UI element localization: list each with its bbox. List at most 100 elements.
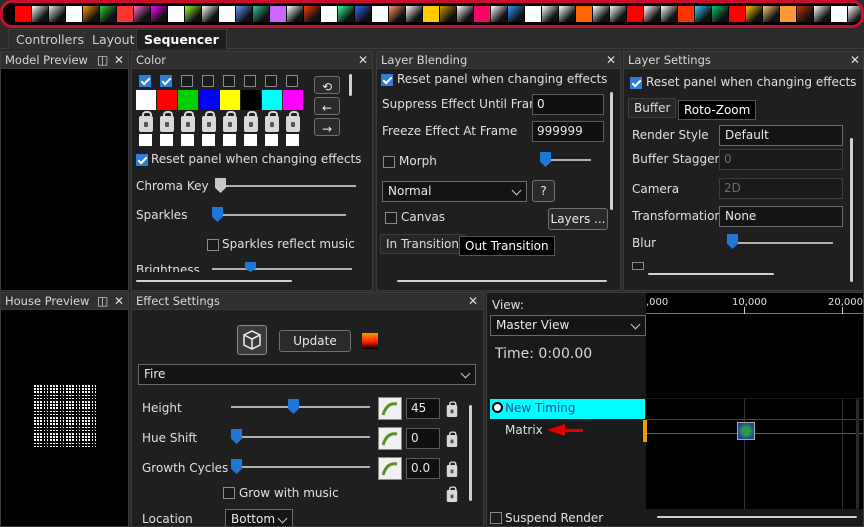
morph-checkbox[interactable] xyxy=(383,156,395,168)
palette-checkbox[interactable] xyxy=(181,75,193,87)
lock-icon[interactable] xyxy=(223,111,237,132)
effect-icon[interactable] xyxy=(576,6,592,22)
effect-icon[interactable] xyxy=(644,6,660,22)
sparkles-thumb[interactable] xyxy=(212,207,223,222)
effect-icon[interactable] xyxy=(440,6,456,22)
dock-icon[interactable]: ◫ xyxy=(97,52,108,68)
effect-icon[interactable] xyxy=(508,6,524,22)
palette-swatch[interactable] xyxy=(262,90,282,110)
buffer-stagger-input[interactable]: 0 xyxy=(719,149,843,170)
palette-value-curve[interactable] xyxy=(160,134,173,146)
effect-icon[interactable] xyxy=(491,6,507,22)
effect-icon[interactable] xyxy=(661,6,677,22)
close-icon[interactable]: ✕ xyxy=(114,52,124,68)
tab-roto-zoom[interactable]: Roto-Zoom xyxy=(678,100,757,120)
palette-value-curve[interactable] xyxy=(202,134,215,146)
palette-swatch[interactable] xyxy=(220,90,240,110)
close-icon[interactable]: ✕ xyxy=(606,52,616,68)
palette-checkbox[interactable] xyxy=(223,75,235,87)
lock-icon[interactable] xyxy=(446,461,458,477)
render-style-dropdown[interactable]: Default xyxy=(719,125,843,146)
growth-cycles-thumb[interactable] xyxy=(231,459,242,474)
tab-layout[interactable]: Layout xyxy=(84,29,143,49)
effect-icon[interactable] xyxy=(780,6,796,22)
height-thumb[interactable] xyxy=(288,399,299,414)
palette-swatch[interactable] xyxy=(136,90,156,110)
lock-icon[interactable] xyxy=(446,401,458,417)
effect-icon[interactable] xyxy=(219,6,235,22)
lock-icon[interactable] xyxy=(160,111,174,132)
growth-cycles-slider[interactable] xyxy=(231,466,370,468)
update-button[interactable]: Update xyxy=(279,330,351,352)
effect-icon[interactable] xyxy=(814,6,830,22)
cycle-colors-button[interactable]: ⟲ xyxy=(314,76,340,94)
timing-radio-icon[interactable] xyxy=(492,402,503,413)
color-hscroll[interactable] xyxy=(136,280,292,282)
effect-icon[interactable] xyxy=(355,6,371,22)
brightness-thumb[interactable] xyxy=(245,262,256,272)
fire-effect-block[interactable] xyxy=(737,422,755,440)
hue-shift-slider[interactable] xyxy=(231,436,370,438)
close-icon[interactable]: ✕ xyxy=(468,293,478,309)
model-row-label[interactable]: Matrix xyxy=(505,423,543,437)
layer-blending-scrollbar[interactable] xyxy=(610,92,613,210)
chroma-key-slider[interactable] xyxy=(216,185,356,187)
effect-icon[interactable] xyxy=(202,6,218,22)
effect-icon[interactable] xyxy=(372,6,388,22)
help-button[interactable]: ? xyxy=(532,180,555,202)
lock-icon[interactable] xyxy=(265,111,279,132)
lock-icon[interactable] xyxy=(244,111,258,132)
dock-icon[interactable]: ◫ xyxy=(97,293,108,309)
palette-checkbox[interactable] xyxy=(265,75,277,87)
random-dice-icon[interactable] xyxy=(237,325,267,355)
effect-icon[interactable] xyxy=(763,6,779,22)
effect-icon[interactable] xyxy=(627,6,643,22)
sparkles-reflect-checkbox[interactable] xyxy=(207,239,219,251)
effect-icon[interactable] xyxy=(831,6,847,22)
tab-controllers[interactable]: Controllers xyxy=(8,29,92,49)
blur-thumb[interactable] xyxy=(727,234,738,249)
effect-icon[interactable] xyxy=(287,6,303,22)
effect-icon[interactable] xyxy=(695,6,711,22)
suspend-render-checkbox[interactable] xyxy=(490,512,502,524)
view-dropdown[interactable]: Master View xyxy=(490,315,646,336)
suppress-input[interactable]: 0 xyxy=(532,94,604,115)
palette-value-curve[interactable] xyxy=(139,134,152,146)
sequencer-scrollbar[interactable] xyxy=(856,399,859,509)
effect-icon[interactable] xyxy=(525,6,541,22)
palette-checkbox[interactable] xyxy=(286,75,298,87)
lock-icon[interactable] xyxy=(446,431,458,447)
palette-swatch[interactable] xyxy=(283,90,303,110)
palette-value-curve[interactable] xyxy=(244,134,257,146)
effect-icon[interactable] xyxy=(66,6,82,22)
palette-swatch[interactable] xyxy=(157,90,177,110)
effect-icon[interactable] xyxy=(797,6,813,22)
layers-button[interactable]: Layers ... xyxy=(548,208,608,230)
lock-icon[interactable] xyxy=(286,111,300,132)
effect-icon[interactable] xyxy=(321,6,337,22)
color-scrollbar[interactable] xyxy=(349,74,352,96)
growth-cycles-input[interactable]: 0.0 xyxy=(406,458,440,479)
layer-blending-hscroll[interactable] xyxy=(397,280,607,282)
transformation-dropdown[interactable]: None xyxy=(719,206,843,227)
palette-checkbox[interactable] xyxy=(160,75,172,87)
effect-type-dropdown[interactable]: Fire xyxy=(138,364,476,385)
palette-checkbox[interactable] xyxy=(202,75,214,87)
effect-icon[interactable] xyxy=(49,6,65,22)
blend-mode-dropdown[interactable]: Normal xyxy=(382,181,527,202)
playhead-marker[interactable] xyxy=(643,420,647,442)
effect-icon[interactable] xyxy=(83,6,99,22)
blur-slider[interactable] xyxy=(727,242,833,244)
effect-icon[interactable] xyxy=(678,6,694,22)
effect-icon[interactable] xyxy=(542,6,558,22)
effect-icon[interactable] xyxy=(729,6,745,22)
effect-icon[interactable] xyxy=(848,6,861,22)
palette-value-curve[interactable] xyxy=(265,134,278,146)
freeze-input[interactable]: 999999 xyxy=(532,121,604,142)
effect-icon[interactable] xyxy=(474,6,490,22)
value-curve-icon[interactable] xyxy=(378,457,402,480)
timing-track-row[interactable]: New Timing xyxy=(490,399,645,419)
close-icon[interactable]: ✕ xyxy=(114,293,124,309)
palette-swatch[interactable] xyxy=(199,90,219,110)
close-icon[interactable]: ✕ xyxy=(358,52,368,68)
